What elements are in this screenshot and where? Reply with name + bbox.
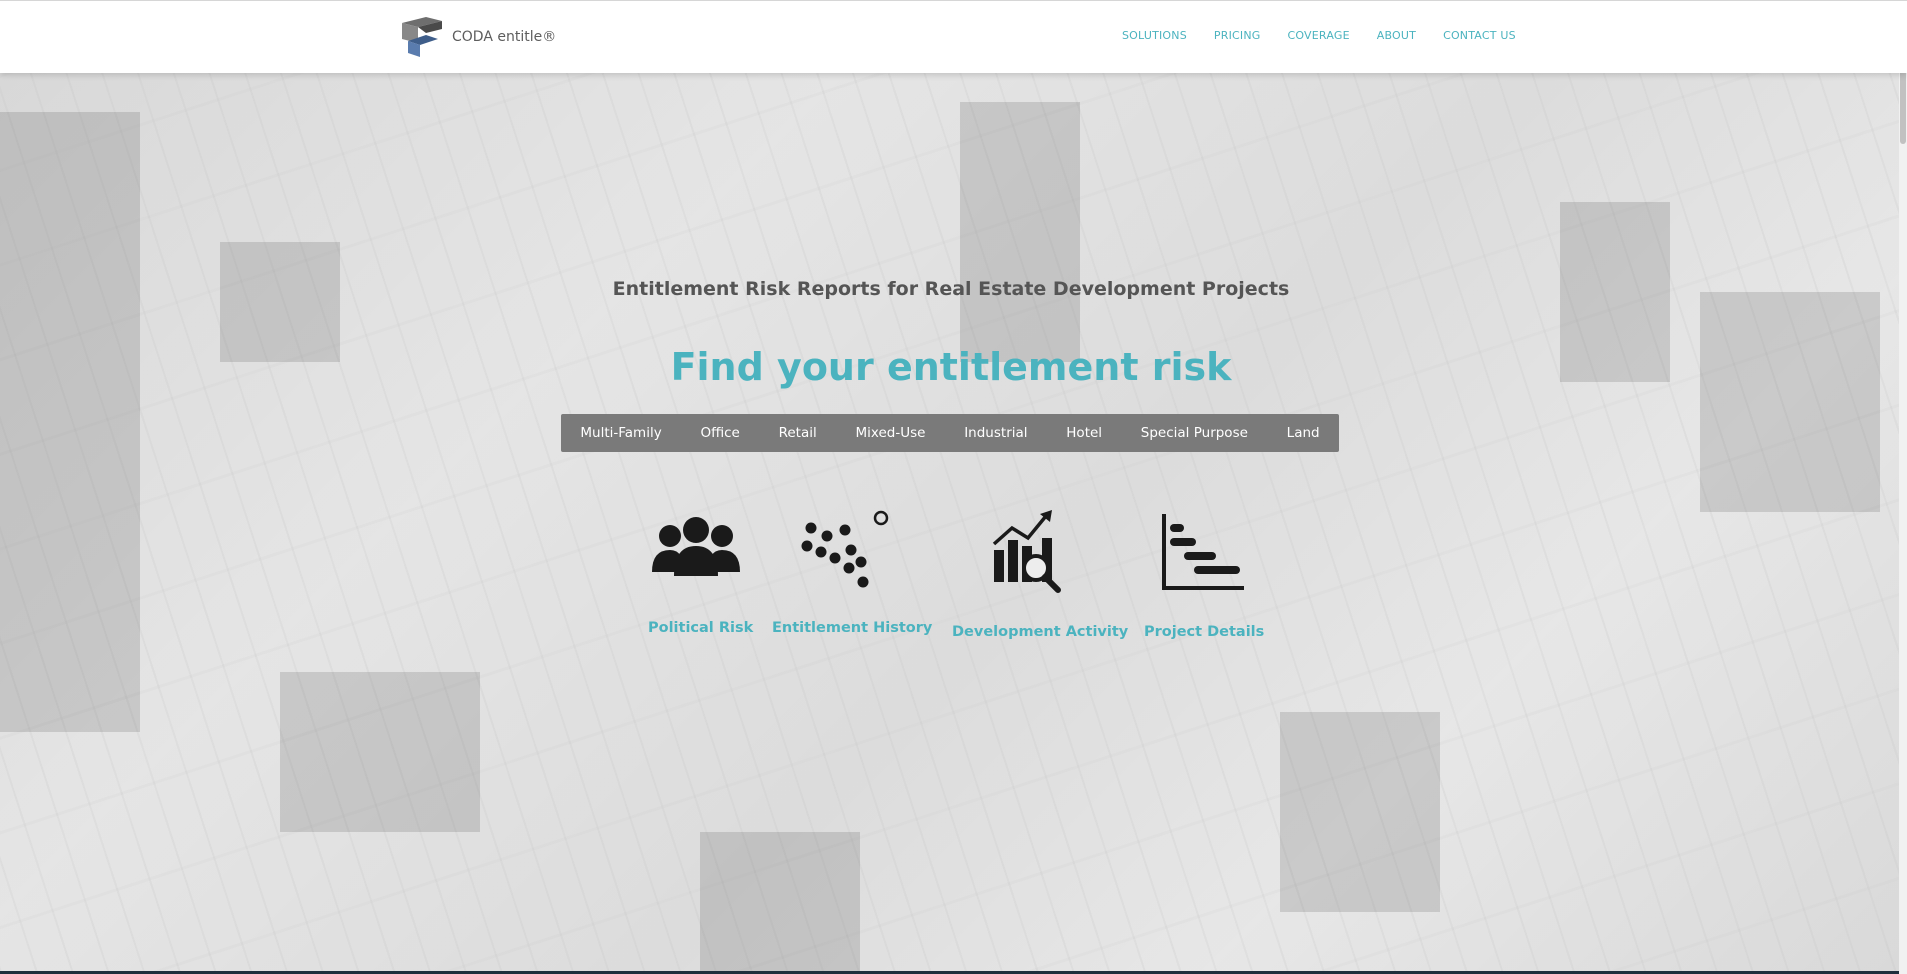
nav-coverage[interactable]: COVERAGE	[1288, 29, 1350, 42]
category-office[interactable]: Office	[700, 425, 739, 441]
hero-headline: Find your entitlement risk	[670, 345, 1232, 389]
site-header: CODA entitle® SOLUTIONS PRICING COVERAGE…	[0, 0, 1907, 73]
feature-political-risk[interactable]: Political Risk	[648, 510, 754, 636]
category-special-purpose[interactable]: Special Purpose	[1141, 425, 1248, 441]
logo[interactable]: CODA entitle®	[396, 15, 556, 59]
category-mixed-use[interactable]: Mixed-Use	[856, 425, 926, 441]
background-shape	[700, 832, 860, 972]
nav-about[interactable]: ABOUT	[1377, 29, 1416, 42]
background-shape	[220, 242, 340, 362]
main-nav: SOLUTIONS PRICING COVERAGE ABOUT CONTACT…	[1122, 29, 1543, 42]
gantt-chart-icon	[1162, 514, 1244, 590]
category-industrial[interactable]: Industrial	[964, 425, 1027, 441]
category-hotel[interactable]: Hotel	[1066, 425, 1102, 441]
category-retail[interactable]: Retail	[779, 425, 817, 441]
people-group-icon	[652, 517, 740, 576]
category-land[interactable]: Land	[1287, 425, 1320, 441]
feature-development-activity[interactable]: Development Activity	[952, 510, 1129, 640]
nav-pricing[interactable]: PRICING	[1214, 29, 1261, 42]
feature-project-details[interactable]: Project Details	[1144, 510, 1265, 640]
category-bar: Multi-Family Office Retail Mixed-Use Ind…	[561, 414, 1339, 452]
coda-logo-icon	[402, 17, 442, 57]
feature-label: Political Risk	[648, 620, 754, 636]
feature-label: Entitlement History	[772, 620, 933, 636]
background-shape	[960, 102, 1080, 362]
feature-label: Project Details	[1144, 624, 1265, 640]
scatter-dots-icon	[801, 510, 889, 588]
category-multi-family[interactable]: Multi-Family	[580, 425, 661, 441]
feature-entitlement-history[interactable]: Entitlement History	[772, 510, 933, 636]
nav-contact-us[interactable]: CONTACT US	[1443, 29, 1516, 42]
background-shape	[1700, 292, 1880, 512]
background-shape	[1280, 712, 1440, 912]
background-shape	[0, 112, 140, 732]
bar-chart-magnifier-icon	[992, 510, 1061, 593]
background-shape	[280, 672, 480, 832]
nav-solutions[interactable]: SOLUTIONS	[1122, 29, 1187, 42]
hero-subtitle: Entitlement Risk Reports for Real Estate…	[612, 278, 1290, 300]
scrollbar[interactable]	[1899, 0, 1907, 974]
feature-label: Development Activity	[952, 624, 1129, 640]
logo-text: CODA entitle®	[452, 29, 557, 45]
